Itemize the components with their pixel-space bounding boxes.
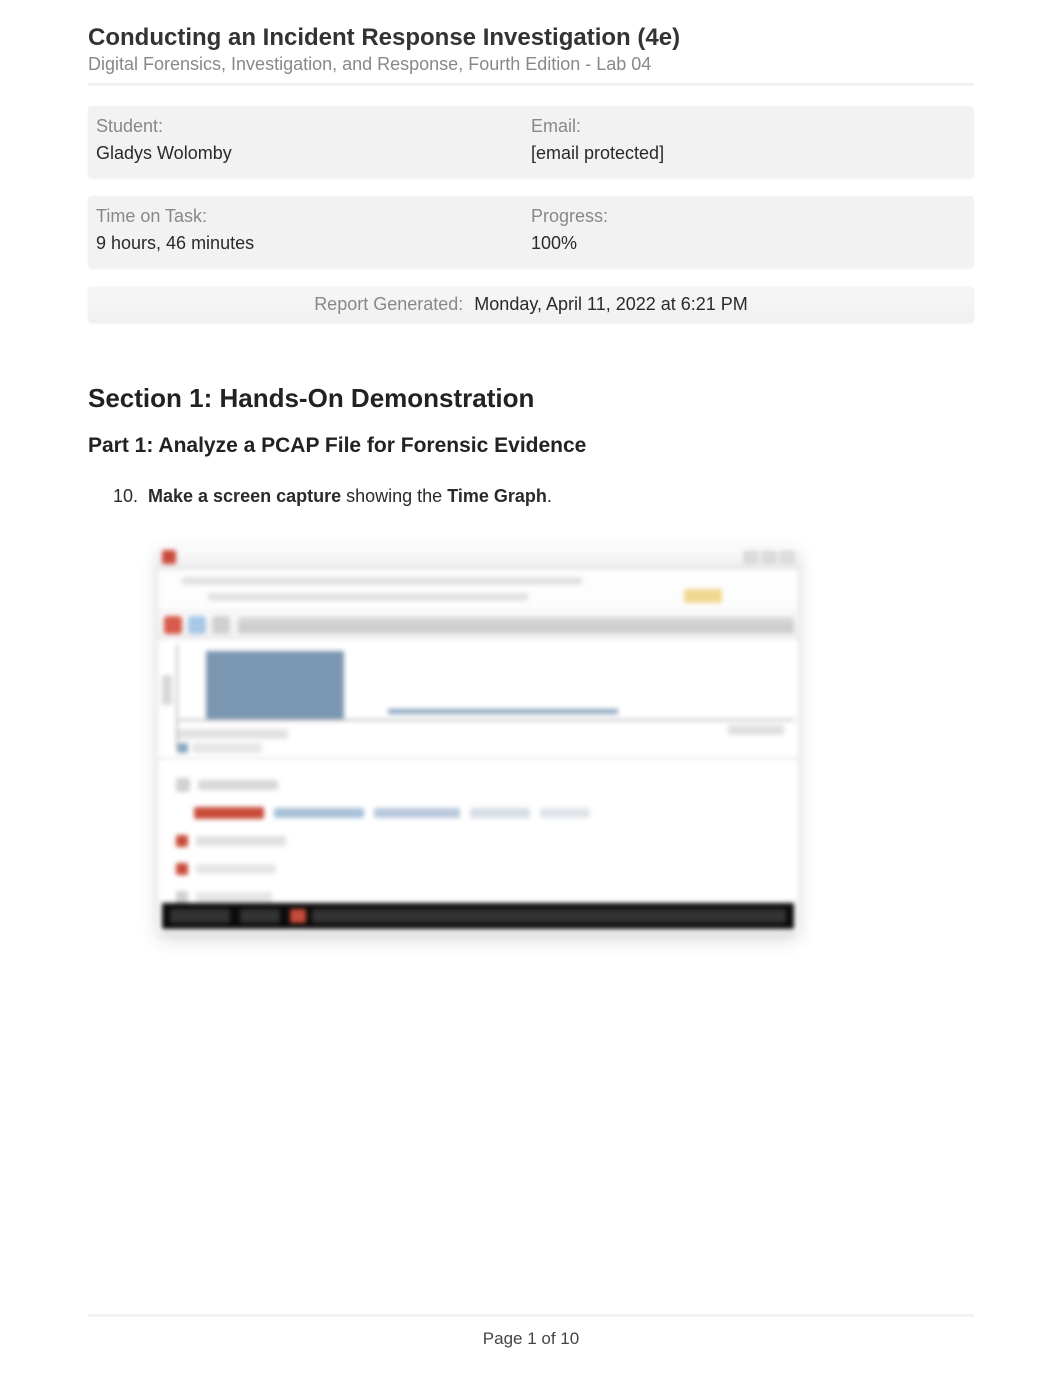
search-box — [684, 589, 722, 603]
report-generated-value: Monday, April 11, 2022 at 6:21 PM — [474, 294, 748, 314]
instruction-bold-2: Time Graph — [447, 486, 547, 506]
list-item — [176, 771, 780, 799]
taskbar-item — [240, 909, 280, 923]
chart-line — [388, 709, 618, 714]
scroll-thumb — [162, 675, 172, 705]
taskbar-item — [312, 909, 786, 923]
list-item-text — [196, 836, 286, 846]
list-item-text — [374, 808, 460, 818]
taskbar — [162, 903, 794, 929]
menubar-text-line — [208, 593, 528, 601]
expand-icon — [176, 891, 188, 903]
window-titlebar — [158, 547, 798, 569]
time-progress-block: Time on Task: 9 hours, 46 minutes Progre… — [88, 196, 974, 268]
list-item — [194, 799, 780, 827]
x-axis — [176, 719, 794, 721]
instruction-text: Make a screen capture showing the Time G… — [148, 486, 552, 507]
student-value: Gladys Wolomby — [96, 143, 531, 164]
page-subtitle: Digital Forensics, Investigation, and Re… — [88, 54, 974, 75]
instruction-row: 10. Make a screen capture showing the Ti… — [112, 486, 974, 507]
menubar — [158, 569, 798, 611]
bullet-icon — [176, 835, 188, 847]
student-label: Student: — [96, 116, 531, 137]
list-item-text — [194, 807, 264, 819]
embedded-screenshot — [158, 547, 798, 933]
time-label: Time on Task: — [96, 206, 531, 227]
toolbar-icon — [188, 616, 206, 634]
time-graph-area — [158, 639, 798, 759]
part-title: Part 1: Analyze a PCAP File for Forensic… — [88, 434, 974, 458]
close-icon — [780, 551, 794, 563]
instruction-bold-1: Make a screen capture — [148, 486, 341, 506]
email-label: Email: — [531, 116, 966, 137]
section-title: Section 1: Hands-On Demonstration — [88, 383, 974, 414]
list-item-text — [540, 808, 590, 818]
page-footer: Page 1 of 10 — [0, 1329, 1062, 1349]
maximize-icon — [762, 551, 776, 563]
toolbar-icon — [164, 616, 182, 634]
taskbar-item — [170, 909, 230, 923]
legend-swatch — [178, 743, 188, 753]
page-title: Conducting an Incident Response Investig… — [88, 24, 974, 52]
progress-value: 100% — [531, 233, 966, 254]
minimize-icon — [744, 551, 758, 563]
instruction-end: . — [547, 486, 552, 506]
list-item-text — [196, 864, 276, 874]
instruction-mid: showing the — [341, 486, 447, 506]
toolbar-icon — [212, 616, 230, 634]
bullet-icon — [176, 863, 188, 875]
list-item — [176, 827, 780, 855]
student-email-block: Student: Gladys Wolomby Email: [email pr… — [88, 106, 974, 178]
legend-text — [178, 729, 288, 739]
list-item-text — [196, 892, 272, 902]
chart-bar — [206, 651, 344, 719]
report-generated-block: Report Generated: Monday, April 11, 2022… — [88, 286, 974, 323]
progress-label: Progress: — [531, 206, 966, 227]
report-generated-label: Report Generated: — [314, 294, 463, 314]
details-list — [158, 759, 798, 921]
legend-text — [192, 743, 262, 753]
list-item — [176, 855, 780, 883]
email-value: [email protected] — [531, 143, 966, 164]
header-divider — [88, 83, 974, 86]
app-icon — [162, 550, 176, 564]
toolbar — [158, 611, 798, 639]
x-axis-label — [728, 725, 784, 735]
taskbar-item — [290, 909, 306, 923]
time-value: 9 hours, 46 minutes — [96, 233, 531, 254]
expand-icon — [176, 778, 190, 792]
toolbar-strip — [238, 617, 794, 633]
menubar-text-line — [182, 577, 582, 585]
list-item-text — [198, 780, 278, 790]
footer-divider — [88, 1314, 974, 1317]
list-item-text — [274, 808, 364, 818]
instruction-number: 10. — [112, 486, 148, 507]
list-item-text — [470, 808, 530, 818]
